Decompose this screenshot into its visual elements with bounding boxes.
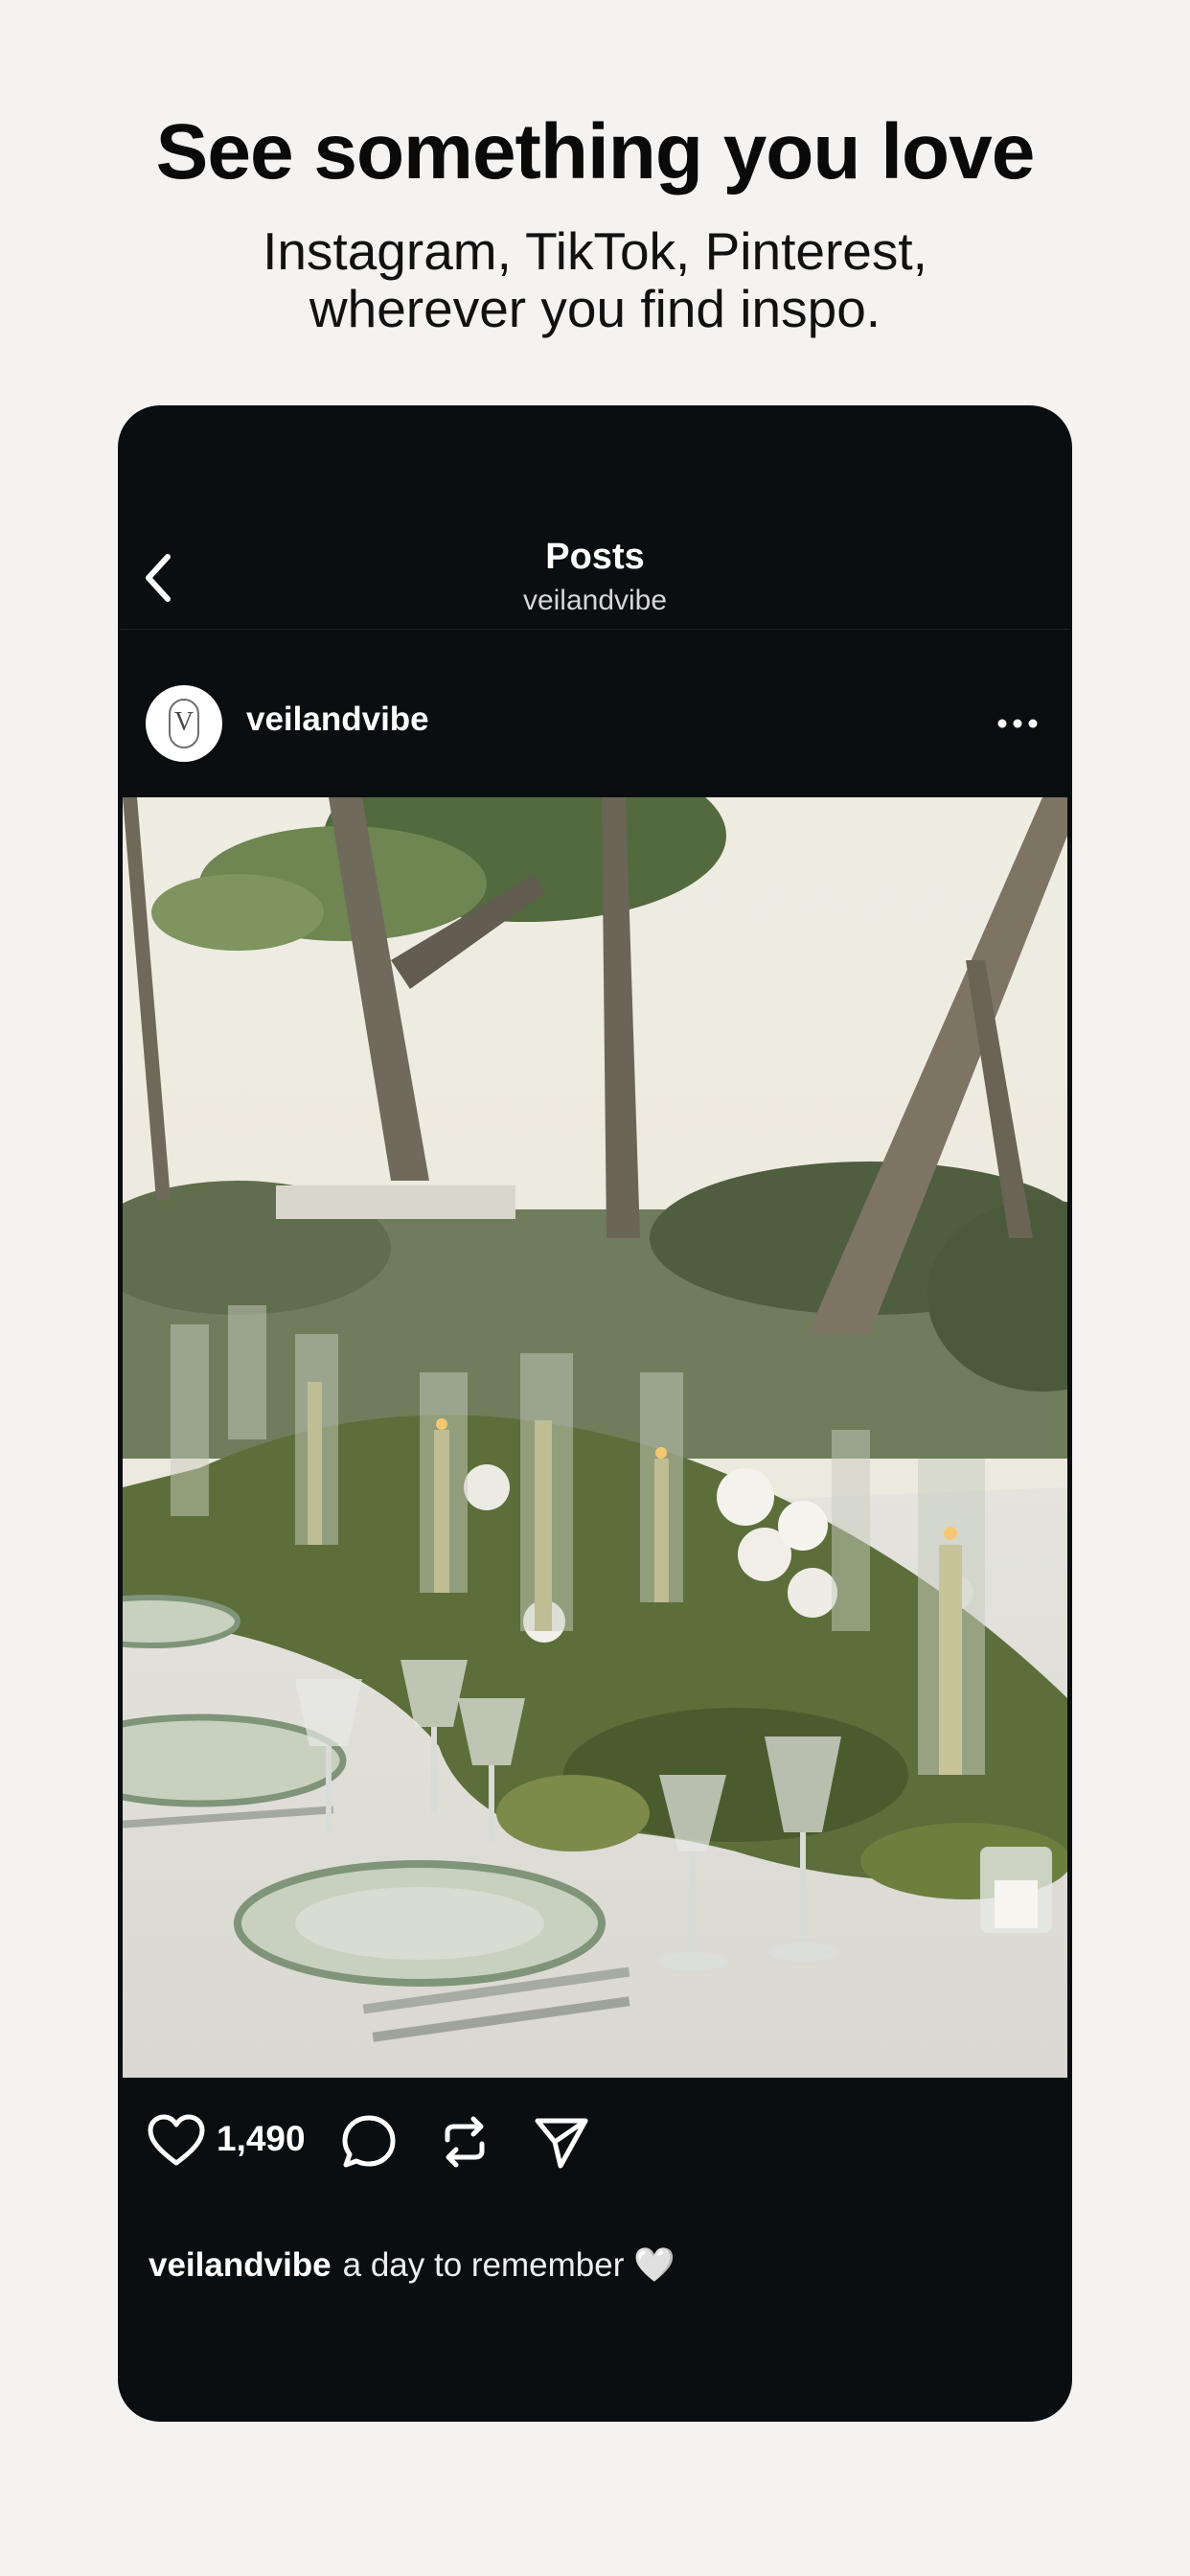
phone-mockup: Posts veilandvibe V veilandvibe 1,490 ve… [120, 407, 1070, 2420]
post-username[interactable]: veilandvibe [246, 701, 429, 739]
nav-subtitle: veilandvibe [522, 585, 668, 616]
post-caption: veilandvibe a day to remember 🤍 [149, 2245, 675, 2285]
post-header: V veilandvibe [120, 685, 1070, 764]
caption-text: a day to remember 🤍 [342, 2246, 675, 2284]
heart-icon[interactable] [147, 2113, 206, 2169]
promo-subline: Instagram, TikTok, Pinterest, wherever y… [263, 221, 927, 338]
post-photo[interactable] [123, 797, 1067, 2078]
avatar-logo: V [169, 699, 199, 748]
avatar[interactable]: V [146, 685, 222, 762]
nav-divider [120, 629, 1070, 630]
like-count[interactable]: 1,490 [217, 2119, 306, 2159]
more-horizontal-icon[interactable] [996, 714, 1039, 733]
promo-headline: See something you love [155, 108, 1036, 196]
repost-icon[interactable] [436, 2113, 493, 2171]
comment-icon[interactable] [340, 2113, 398, 2171]
post-actions: 1,490 [120, 2104, 1070, 2180]
caption-username[interactable]: veilandvibe [149, 2246, 332, 2284]
nav-bar: Posts veilandvibe [120, 532, 1070, 630]
nav-title: Posts [545, 537, 645, 577]
share-icon[interactable] [532, 2113, 591, 2171]
